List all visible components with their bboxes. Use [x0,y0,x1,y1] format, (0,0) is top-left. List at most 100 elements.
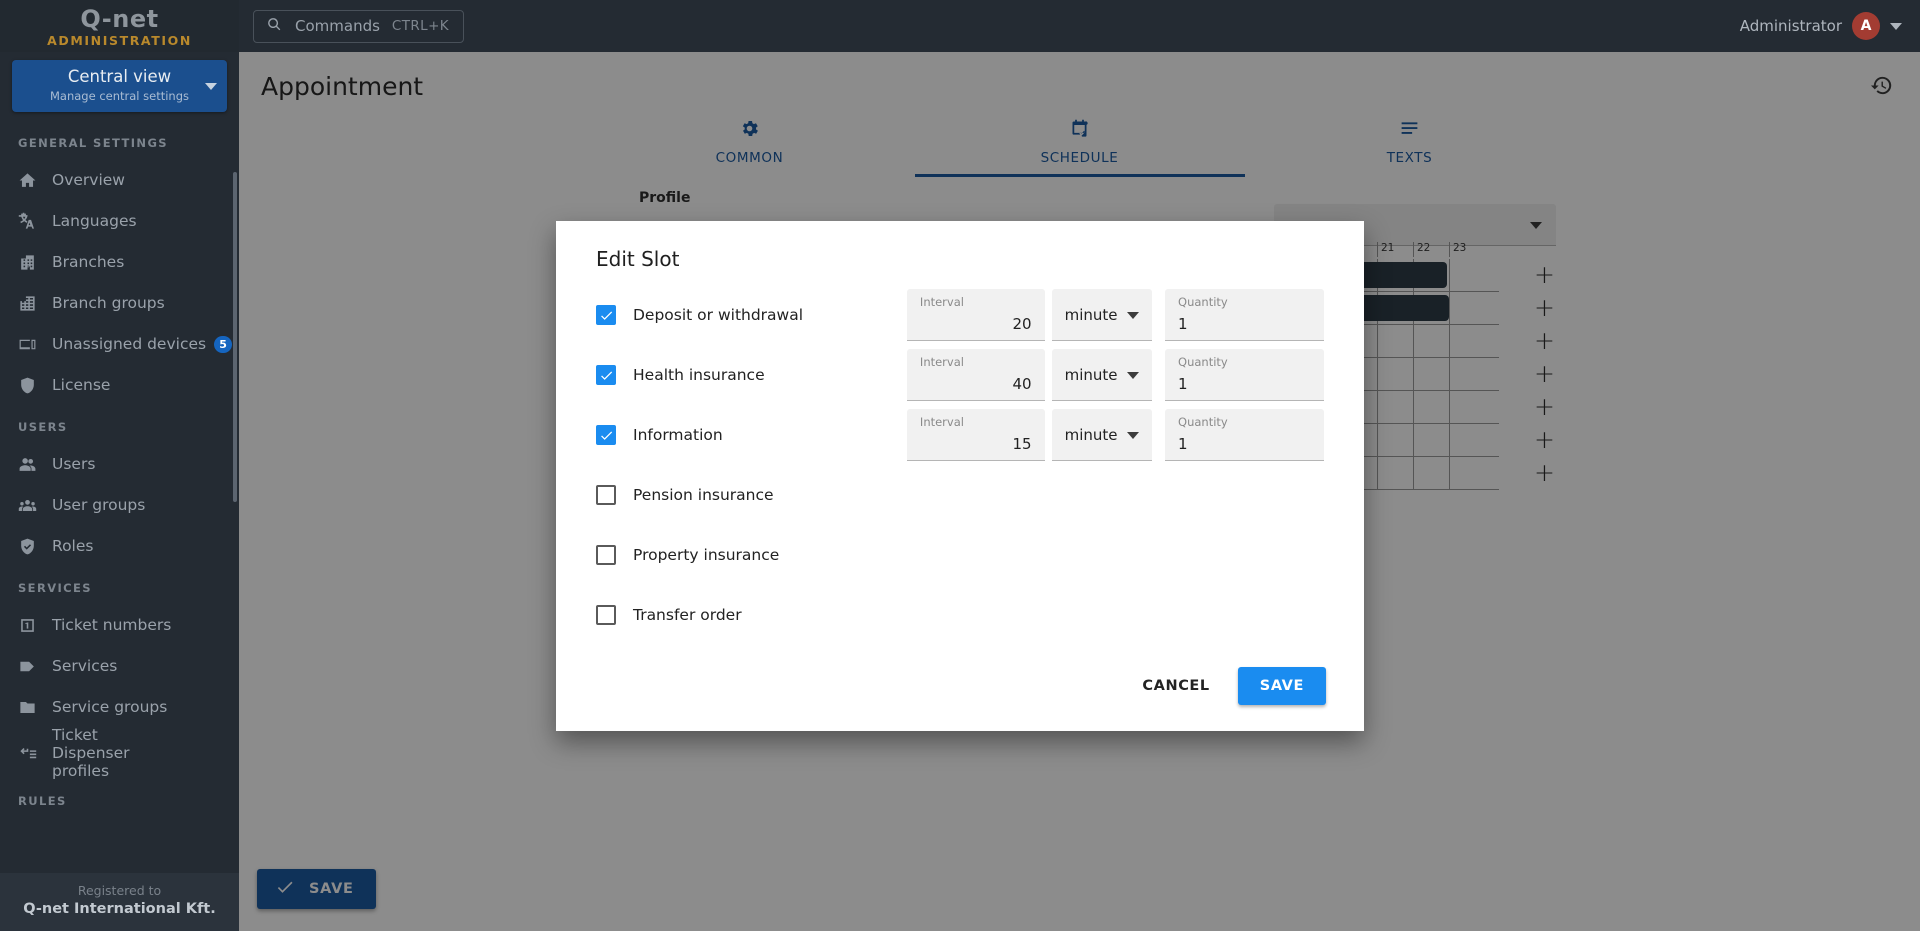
view-switch-subtitle: Manage central settings [49,88,190,103]
avatar: A [1852,12,1880,40]
brand-subtitle: ADMINISTRATION [47,32,192,48]
sidebar-section-rules: RULES [18,793,67,808]
sidebar-item-label: Branches [52,252,125,271]
sidebar-item-branch-groups[interactable]: Branch groups [0,283,239,324]
dialog-title: Edit Slot [596,247,680,271]
checkbox-checked-icon [596,305,616,325]
user-name: Administrator [1739,17,1842,35]
sidebar-item-unassigned-devices[interactable]: Unassigned devices 5 [0,324,239,365]
quantity-value: 1 [1178,314,1188,333]
translate-icon [18,212,52,231]
service-checkbox-information[interactable]: Information [596,425,893,445]
sidebar-item-label: License [52,375,111,394]
sidebar-footer: Registered to Q-net International Kft. [0,873,239,931]
chevron-down-icon[interactable] [1890,22,1902,30]
service-checkbox-transfer-order[interactable]: Transfer order [596,605,931,625]
service-label: Deposit or withdrawal [633,306,804,324]
sidebar-section-general: GENERAL SETTINGS [18,135,168,150]
chevron-down-icon [1127,371,1140,379]
shield-icon [18,376,52,395]
slot-row: Pension insurance [596,465,1324,525]
quantity-field-label: Quantity [1178,415,1228,429]
cancel-button[interactable]: CANCEL [1124,668,1227,704]
unit-value: minute [1064,365,1118,384]
sidebar-item-overview[interactable]: Overview [0,160,239,201]
sidebar-item-languages[interactable]: Languages [0,201,239,242]
sidebar-item-branches[interactable]: Branches [0,242,239,283]
service-label: Health insurance [633,366,765,384]
checkbox-unchecked-icon [596,485,616,505]
interval-input-2[interactable]: Interval 15 [906,409,1045,461]
app-root: Q-net ADMINISTRATION Central view Manage… [0,0,1920,931]
interval-field-label: Interval [919,295,964,309]
sidebar-section-users: USERS [18,419,68,434]
user-menu[interactable]: Administrator A [1740,12,1920,40]
dialog-footer: CANCEL SAVE [556,645,1364,731]
sidebar-item-service-groups[interactable]: Service groups [0,687,239,728]
registered-to-label: Registered to [77,883,162,898]
home-icon [18,171,52,190]
command-search-button[interactable]: Commands CTRL+K [253,9,465,43]
interval-input-1[interactable]: Interval 40 [906,349,1045,401]
interval-value: 20 [1012,314,1032,333]
sidebar-section-services: SERVICES [18,580,92,595]
interval-input-0[interactable]: Interval 20 [906,289,1045,341]
dispenser-icon [18,744,52,763]
sidebar-item-label: User groups [52,495,146,514]
sidebar-item-label: Users [52,454,96,473]
sidebar-item-ticket-numbers[interactable]: Ticket numbers [0,605,239,646]
top-bar: Commands CTRL+K Administrator A [239,0,1920,52]
command-shortcut: CTRL+K [391,18,450,34]
service-checkbox-pension-insurance[interactable]: Pension insurance [596,485,931,505]
sidebar-item-users[interactable]: Users [0,444,239,485]
edit-slot-dialog: Edit Slot Deposit or withdrawal Interval… [556,221,1364,731]
sidebar-item-services[interactable]: Services [0,646,239,687]
unit-value: minute [1064,305,1118,324]
view-switch-title: Central view [67,67,172,86]
shield-check-icon [18,537,52,556]
chevron-down-icon [1127,311,1140,319]
brand-header: Q-net ADMINISTRATION [0,0,239,52]
quantity-input-1[interactable]: Quantity 1 [1165,349,1324,401]
checkbox-unchecked-icon [596,605,616,625]
unit-value: minute [1064,425,1118,444]
sidebar-item-ticket-dispenser-profiles[interactable]: Ticket Dispenser profiles [0,726,239,780]
service-checkbox-property-insurance[interactable]: Property insurance [596,545,931,565]
number-one-icon [18,616,52,635]
sidebar-item-user-groups[interactable]: User groups [0,485,239,526]
interval-field-label: Interval [919,355,964,369]
quantity-value: 1 [1178,434,1188,453]
slot-row: Deposit or withdrawal Interval 20 minute… [596,285,1324,345]
sidebar-item-label: Branch groups [52,293,165,312]
sidebar-item-label: Unassigned devices [52,334,207,353]
view-switch-button[interactable]: Central view Manage central settings [12,60,227,112]
users-icon [18,455,52,474]
interval-unit-select-2[interactable]: minute [1051,409,1153,461]
interval-field-label: Interval [919,415,964,429]
sidebar: Q-net ADMINISTRATION Central view Manage… [0,0,239,931]
service-label: Property insurance [633,546,780,564]
registered-company: Q-net International Kft. [23,901,216,917]
save-button[interactable]: SAVE [1237,667,1326,705]
sidebar-item-label: Ticket Dispenser profiles [52,726,130,780]
quantity-input-2[interactable]: Quantity 1 [1165,409,1324,461]
sidebar-nav: GENERAL SETTINGS Overview Languages Bran… [0,112,239,873]
quantity-field-label: Quantity [1178,295,1228,309]
building-icon [18,253,52,272]
service-checkbox-deposit-or-withdrawal[interactable]: Deposit or withdrawal [596,305,893,325]
sidebar-item-label: Overview [52,170,125,189]
quantity-input-0[interactable]: Quantity 1 [1165,289,1324,341]
slot-row: Transfer order [596,585,1324,645]
interval-value: 15 [1012,434,1032,453]
sidebar-item-roles[interactable]: Roles [0,526,239,567]
command-placeholder: Commands [295,17,380,35]
interval-unit-select-1[interactable]: minute [1051,349,1153,401]
sidebar-item-license[interactable]: License [0,365,239,406]
slot-row: Information Interval 15 minute Quantity … [596,405,1324,465]
service-label: Transfer order [633,606,742,624]
sidebar-item-label: Service groups [52,697,168,716]
quantity-value: 1 [1178,374,1188,393]
service-label: Information [633,426,723,444]
service-checkbox-health-insurance[interactable]: Health insurance [596,365,893,385]
interval-unit-select-0[interactable]: minute [1051,289,1153,341]
